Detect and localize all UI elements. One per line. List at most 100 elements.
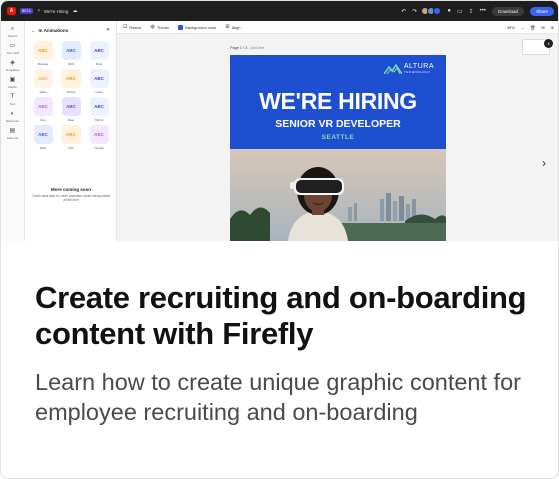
download-button[interactable]: Download (491, 6, 524, 16)
brand-sub: TECHNOLOGY (403, 70, 431, 74)
animation-label: Pop (40, 118, 46, 122)
rail-item-media[interactable]: ▣ Media (1, 77, 24, 89)
theme-button[interactable]: ◍ Theme (150, 24, 169, 30)
brand-name: ALTURA (403, 63, 434, 70)
zoom-select[interactable]: 39% (507, 25, 515, 30)
next-page-icon[interactable]: › (542, 156, 546, 170)
animation-option-pop[interactable]: ABC Pop (30, 97, 56, 122)
animation-preview: ABC (61, 69, 81, 88)
animations-panel: ← In Animations ✕ ABC Bungee ABC Drift ABC Dr… (25, 21, 117, 241)
delete-icon[interactable]: 🗑 (530, 25, 535, 30)
align-button[interactable]: ⊞ Align (225, 24, 240, 30)
animation-option-rise[interactable]: ABC Rise (58, 97, 84, 122)
avatar[interactable] (433, 7, 442, 15)
animation-label: Grow (95, 90, 103, 94)
brand-logo: ALTURA TECHNOLOGY (383, 63, 434, 74)
background-color-button[interactable]: Background color (178, 24, 217, 30)
animation-preview: ABC (89, 41, 109, 60)
rail-item-templates[interactable]: ◈ Templates (1, 60, 24, 72)
rail-label: Text (9, 102, 16, 106)
animation-preview: ABC (89, 125, 109, 144)
page-count-badge: 4 (544, 39, 553, 48)
rail-label: Search (7, 34, 18, 38)
location-pin-icon[interactable]: ● (447, 8, 451, 14)
text-icon: T (10, 94, 15, 100)
search-icon: ⌕ (10, 26, 15, 32)
animation-preview: ABC (61, 125, 81, 144)
vr-headset-photo (230, 149, 446, 241)
animation-preview: ABC (61, 41, 81, 60)
grid-icon[interactable]: ⊞ (541, 25, 544, 30)
align-label: Align (231, 24, 241, 30)
animation-option-grow[interactable]: ABC Grow (86, 69, 112, 94)
context-toolbar: ⊡ Resize ◍ Theme Background color ⊞ Alig… (117, 21, 558, 34)
back-icon[interactable]: ‹ (38, 8, 40, 14)
adobe-logo-icon[interactable]: A (7, 7, 16, 15)
page-number: Page 1 / 3 (230, 46, 248, 50)
chevron-down-icon[interactable]: ⌄ (521, 25, 524, 30)
elements-icon: ◐ (10, 111, 15, 117)
animation-option-flicker[interactable]: ABC Flicker (58, 69, 84, 94)
rail-item-your-stuff[interactable]: ▭ Your stuff (1, 43, 24, 55)
add-title-link[interactable]: - Add title (248, 46, 264, 50)
background-color-label: Background color (185, 24, 217, 30)
resize-label: Resize (129, 24, 142, 30)
coming-soon-title: More coming soon (50, 187, 91, 192)
coming-soon-text: Check back later for more animation styl… (31, 194, 111, 203)
animation-option-tumble[interactable]: ABC Tumble (86, 125, 112, 150)
page-label[interactable]: Page 1 / 3 - Add title (230, 46, 264, 50)
collaborator-avatars[interactable] (421, 7, 442, 15)
rail-item-search[interactable]: ⌕ Search (1, 26, 24, 38)
poster-role: SENIOR VR DEVELOPER (275, 118, 401, 130)
animation-option-bungee[interactable]: ABC Bungee (30, 41, 56, 66)
close-icon[interactable]: ✕ (106, 27, 110, 33)
templates-icon: ◈ (10, 60, 15, 66)
rail-item-add-ons[interactable]: ▤ Add-ons (1, 128, 24, 140)
rail-item-text[interactable]: T Text (1, 94, 24, 106)
animation-label: Drop (95, 62, 103, 66)
share-button[interactable]: Share (529, 6, 554, 16)
animation-label: Fade (39, 90, 47, 94)
share-link-icon[interactable]: ⇪ (469, 8, 474, 15)
theme-label: Theme (156, 24, 170, 30)
undo-icon[interactable]: ↶ (401, 8, 406, 15)
animation-option-spin[interactable]: ABC Spin (58, 125, 84, 150)
animation-label: Bungee (37, 62, 49, 66)
media-icon: ▣ (9, 77, 16, 83)
add-ons-icon: ▤ (9, 128, 16, 134)
animation-option-fade[interactable]: ABC Fade (30, 69, 56, 94)
back-icon[interactable]: ← (31, 28, 36, 33)
redo-icon[interactable]: ↷ (412, 8, 417, 15)
animation-preview: ABC (33, 97, 53, 116)
article-headline[interactable]: Create recruiting and on-boarding conten… (35, 280, 550, 352)
animation-label: Shrink (94, 118, 104, 122)
poster-canvas[interactable]: ALTURA TECHNOLOGY WE'RE HIRING SENIOR VR… (230, 55, 446, 241)
resize-button[interactable]: ⊡ Resize (123, 24, 141, 30)
animation-option-shrink[interactable]: ABC Shrink (86, 97, 112, 122)
animation-label: Drift (68, 62, 74, 66)
animation-option-drop[interactable]: ABC Drop (86, 41, 112, 66)
animation-option-slide[interactable]: ABC Slide (30, 125, 56, 150)
coming-soon-note: More coming soon Check back later for mo… (31, 187, 111, 203)
animation-preview: ABC (89, 97, 109, 116)
poster-city: SEATTLE (321, 134, 355, 141)
animation-preview: ABC (89, 69, 109, 88)
animation-option-drift[interactable]: ABC Drift (58, 41, 84, 66)
animation-label: Spin (67, 146, 74, 150)
article-card[interactable]: A BETA ‹ We're Hiring ☁ ↶ ↷ ● ▭ ⇪ ••• Do… (0, 0, 559, 479)
rail-item-elements[interactable]: ◐ Elements (1, 111, 24, 123)
animation-preview: ABC (61, 97, 81, 116)
app-screenshot: A BETA ‹ We're Hiring ☁ ↶ ↷ ● ▭ ⇪ ••• Do… (1, 1, 558, 241)
document-title[interactable]: We're Hiring (44, 9, 69, 14)
folder-icon: ▭ (9, 43, 16, 49)
add-icon[interactable]: ⊕ (551, 25, 554, 30)
more-icon[interactable]: ••• (480, 8, 486, 14)
animation-preview: ABC (33, 41, 53, 60)
theme-icon: ◍ (150, 24, 155, 30)
animation-preview: ABC (33, 125, 53, 144)
comment-icon[interactable]: ▭ (457, 8, 463, 15)
beta-badge: BETA (20, 8, 33, 14)
animation-label: Rise (67, 118, 74, 122)
rail-label: Your stuff (6, 51, 19, 55)
left-rail: ⌕ Search ▭ Your stuff ◈ Templates ▣ Medi… (1, 21, 25, 241)
